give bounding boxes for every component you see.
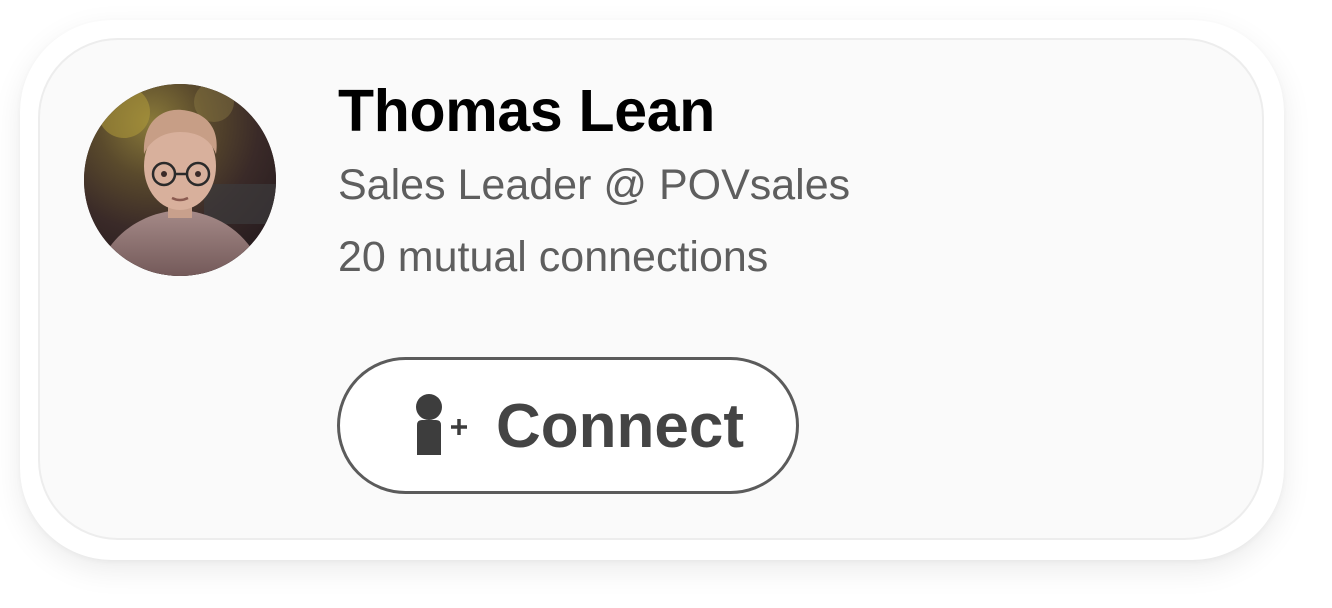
avatar[interactable] <box>84 84 276 276</box>
avatar-photo <box>84 84 276 276</box>
connect-button-label: Connect <box>496 392 744 461</box>
profile-name[interactable]: Thomas Lean <box>338 78 715 144</box>
stage: Thomas Lean Sales Leader @ POVsales 20 m… <box>0 0 1332 608</box>
profile-headline: Sales Leader @ POVsales <box>338 161 851 209</box>
mutual-connections[interactable]: 20 mutual connections <box>338 232 768 282</box>
connect-button[interactable]: Connect <box>337 357 799 494</box>
add-person-icon <box>395 381 479 472</box>
